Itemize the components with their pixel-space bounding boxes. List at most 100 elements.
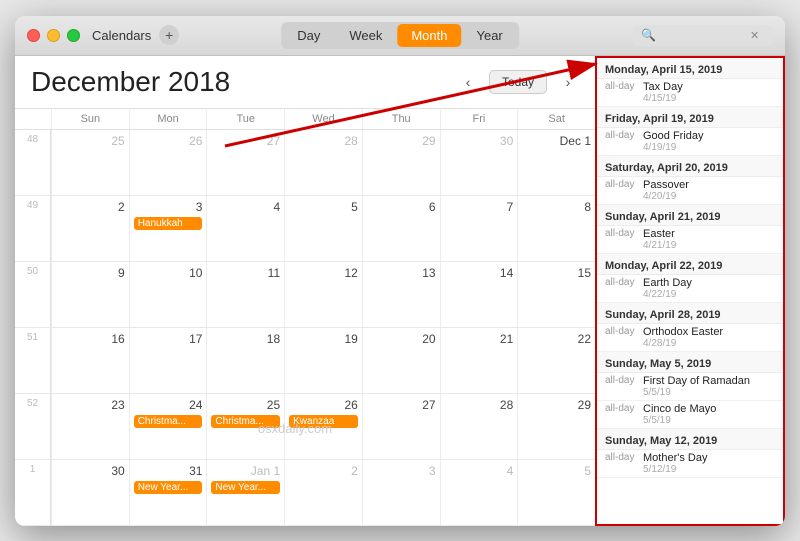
tab-day[interactable]: Day [283,24,334,47]
day-number: 27 [367,397,436,414]
calendar-cell[interactable]: 30 [440,130,518,195]
calendar-cell[interactable]: Jan 1New Year... [206,460,284,525]
calendar-cell[interactable]: 27 [362,394,440,459]
event-pill[interactable]: Christma... [134,415,203,428]
result-date-header: Friday, April 19, 2019 [597,107,783,128]
day-header-thu: Thu [362,109,440,129]
calendar-cell[interactable]: 26 [129,130,207,195]
result-event[interactable]: all-dayFirst Day of Ramadan5/5/19 [597,373,783,401]
maximize-button[interactable] [67,29,80,42]
calendar-cell[interactable]: 3Hanukkah [129,196,207,261]
result-event-time: all-day [605,452,643,463]
calendar-cell[interactable]: 23 [51,394,129,459]
event-pill[interactable]: New Year... [134,481,203,494]
calendar-cell[interactable]: 5 [517,460,595,525]
calendar-cell[interactable]: 27 [206,130,284,195]
week-number: 1 [15,460,51,525]
result-event[interactable]: all-dayTax Day4/15/19 [597,79,783,107]
event-pill[interactable]: New Year... [211,481,280,494]
calendar-cell[interactable]: 21 [440,328,518,393]
calendar-cell[interactable]: 18 [206,328,284,393]
day-number: 11 [211,265,280,282]
result-event[interactable]: all-dayMother's Day5/12/19 [597,450,783,478]
calendar-cell[interactable]: 8 [517,196,595,261]
result-event-info: Orthodox Easter4/28/19 [643,326,775,349]
calendar-cell[interactable]: 29 [362,130,440,195]
result-event[interactable]: all-dayCinco de Mayo5/5/19 [597,401,783,429]
calendar-row: 13031New Year...Jan 1New Year...2345 [15,460,595,526]
calendar-cell[interactable]: 30 [51,460,129,525]
event-pill[interactable]: Kwanzaa [289,415,358,428]
calendar-cell[interactable]: 4 [206,196,284,261]
calendar-cell[interactable]: 4 [440,460,518,525]
calendar-cell[interactable]: 15 [517,262,595,327]
result-date-header: Monday, April 15, 2019 [597,58,783,79]
day-number: 12 [289,265,358,282]
calendar-cell[interactable]: 22 [517,328,595,393]
day-number: 27 [211,133,280,150]
calendar-cell[interactable]: 11 [206,262,284,327]
calendar-cell[interactable]: 14 [440,262,518,327]
prev-month-button[interactable]: ‹ [457,71,479,93]
minimize-button[interactable] [47,29,60,42]
calendar-cell[interactable]: 20 [362,328,440,393]
calendar-cell[interactable]: 28 [440,394,518,459]
calendar-row: 4923Hanukkah45678 [15,196,595,262]
day-number: 26 [134,133,203,150]
result-event-time: all-day [605,403,643,414]
today-button[interactable]: Today [489,70,547,94]
tab-month[interactable]: Month [397,24,461,47]
result-event[interactable]: all-dayGood Friday4/19/19 [597,128,783,156]
calendar-cell[interactable]: 26Kwanzaa [284,394,362,459]
result-event[interactable]: all-dayOrthodox Easter4/28/19 [597,324,783,352]
close-button[interactable] [27,29,40,42]
result-event-name: Cinco de Mayo [643,403,775,415]
calendar-cell[interactable]: 29 [517,394,595,459]
event-pill[interactable]: Hanukkah [134,217,203,230]
calendar-cell[interactable]: 6 [362,196,440,261]
result-event-time: all-day [605,179,643,190]
calendar-area: December 2018 ‹ Today › Sun Mon Tue Wed … [15,56,595,526]
tab-year[interactable]: Year [462,24,516,47]
result-event-date: 4/19/19 [643,142,775,153]
day-number: 30 [445,133,514,150]
calendar-cell[interactable]: 25Christma... [206,394,284,459]
calendar-cell[interactable]: 3 [362,460,440,525]
add-calendar-button[interactable]: + [159,25,179,45]
day-number: 19 [289,331,358,348]
event-pill[interactable]: Christma... [211,415,280,428]
week-num-header [15,109,51,129]
calendar-cell[interactable]: 2 [284,460,362,525]
calendar-cell[interactable]: 2 [51,196,129,261]
day-header-tue: Tue [206,109,284,129]
result-event-name: Easter [643,228,775,240]
calendar-cell[interactable]: 16 [51,328,129,393]
search-results[interactable]: Monday, April 15, 2019all-dayTax Day4/15… [595,56,785,526]
calendar-cell[interactable]: 19 [284,328,362,393]
calendar-cell[interactable]: 9 [51,262,129,327]
search-input[interactable] [660,28,750,43]
day-number: 23 [56,397,125,414]
calendar-row: 51161718 19202122 [15,328,595,394]
calendar-cell[interactable]: 13 [362,262,440,327]
week-number: 51 [15,328,51,393]
tab-week[interactable]: Week [335,24,396,47]
calendar-cell[interactable]: 10 [129,262,207,327]
nav-buttons: ‹ Today › [457,70,579,94]
calendar-cell[interactable]: 7 [440,196,518,261]
calendar-cell[interactable]: 28 [284,130,362,195]
search-clear-button[interactable]: ✕ [750,29,759,42]
calendar-cell[interactable]: 24Christma... [129,394,207,459]
next-month-button[interactable]: › [557,71,579,93]
result-event[interactable]: all-dayEarth Day4/22/19 [597,275,783,303]
calendar-cell[interactable]: 5 [284,196,362,261]
calendar-cell[interactable]: 12 [284,262,362,327]
calendar-cell[interactable]: 17 [129,328,207,393]
result-event[interactable]: all-dayEaster4/21/19 [597,226,783,254]
calendar-cell[interactable]: 31New Year... [129,460,207,525]
calendar-cell[interactable]: Dec 1 [517,130,595,195]
week-number: 52 [15,394,51,459]
result-event[interactable]: all-dayPassover4/20/19 [597,177,783,205]
result-date-header: Sunday, April 28, 2019 [597,303,783,324]
calendar-cell[interactable]: 25 [51,130,129,195]
